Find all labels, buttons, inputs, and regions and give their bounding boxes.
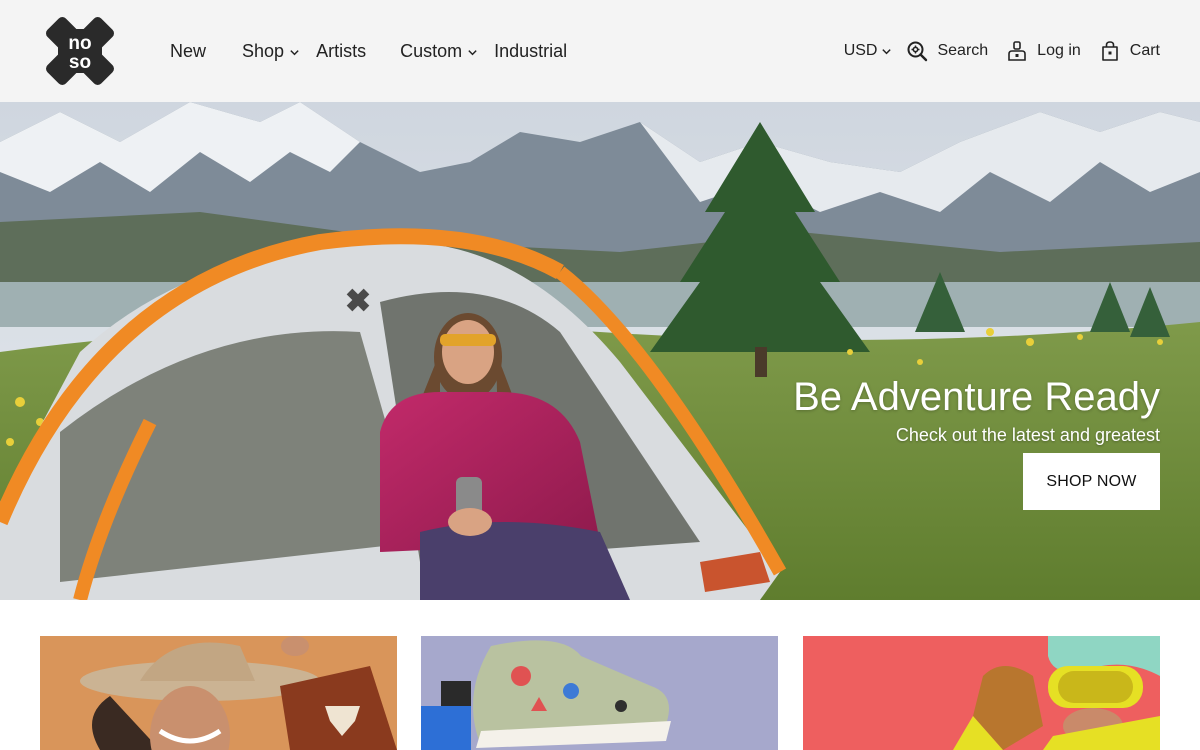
nav-item-shop[interactable]: Shop xyxy=(242,41,300,62)
search-label: Search xyxy=(937,42,989,59)
hero-text: Be Adventure Ready Check out the latest … xyxy=(793,374,1160,446)
currency-label: USD xyxy=(843,42,878,59)
collection-card[interactable] xyxy=(803,636,1160,750)
nav-item-label: New xyxy=(170,40,207,61)
noso-logo[interactable]: no so xyxy=(42,13,118,89)
cart-link[interactable]: Cart xyxy=(1099,40,1160,62)
card-image-ski xyxy=(803,636,1160,750)
logo-mark: no so xyxy=(46,17,114,85)
hero-banner: Be Adventure Ready Check out the latest … xyxy=(0,102,1200,600)
chevron-down-icon xyxy=(882,49,892,55)
chevron-down-icon xyxy=(468,49,477,55)
nav-item-label: Industrial xyxy=(494,40,568,61)
card-image-cowboy xyxy=(40,636,397,750)
user-icon xyxy=(1008,41,1026,61)
hero-image xyxy=(0,102,1200,600)
cart-label: Cart xyxy=(1129,42,1160,59)
card-image-sneaker xyxy=(421,636,778,750)
search-icon xyxy=(907,41,928,62)
collection-card[interactable] xyxy=(40,636,397,750)
hero-title: Be Adventure Ready xyxy=(793,375,1160,419)
main-nav: New Shop Artists Custom Industrial xyxy=(170,0,567,102)
nav-item-label: Artists xyxy=(316,40,367,61)
nav-item-label: Custom xyxy=(400,40,463,61)
logo-text-top: no xyxy=(68,33,91,54)
nav-item-new[interactable]: New xyxy=(170,41,206,62)
login-link[interactable]: Log in xyxy=(1006,40,1081,62)
hero-subtitle: Check out the latest and greatest xyxy=(895,425,1160,445)
nav-item-industrial[interactable]: Industrial xyxy=(494,41,567,62)
nav-item-label: Shop xyxy=(242,40,285,61)
header-utilities: USD Search Log in Cart xyxy=(844,0,1160,102)
nav-item-custom[interactable]: Custom xyxy=(400,41,478,62)
logo-text-bottom: so xyxy=(69,52,91,73)
search-button[interactable]: Search xyxy=(906,40,988,62)
site-header: no so New Shop Artists Custom Industrial… xyxy=(0,0,1200,102)
chevron-down-icon xyxy=(290,49,299,55)
shop-now-button[interactable]: SHOP NOW xyxy=(1023,453,1160,510)
login-label: Log in xyxy=(1037,42,1081,59)
shopping-bag-icon xyxy=(1101,41,1118,61)
collection-card[interactable] xyxy=(421,636,778,750)
nav-item-artists[interactable]: Artists xyxy=(316,41,366,62)
currency-selector[interactable]: USD xyxy=(844,42,893,60)
